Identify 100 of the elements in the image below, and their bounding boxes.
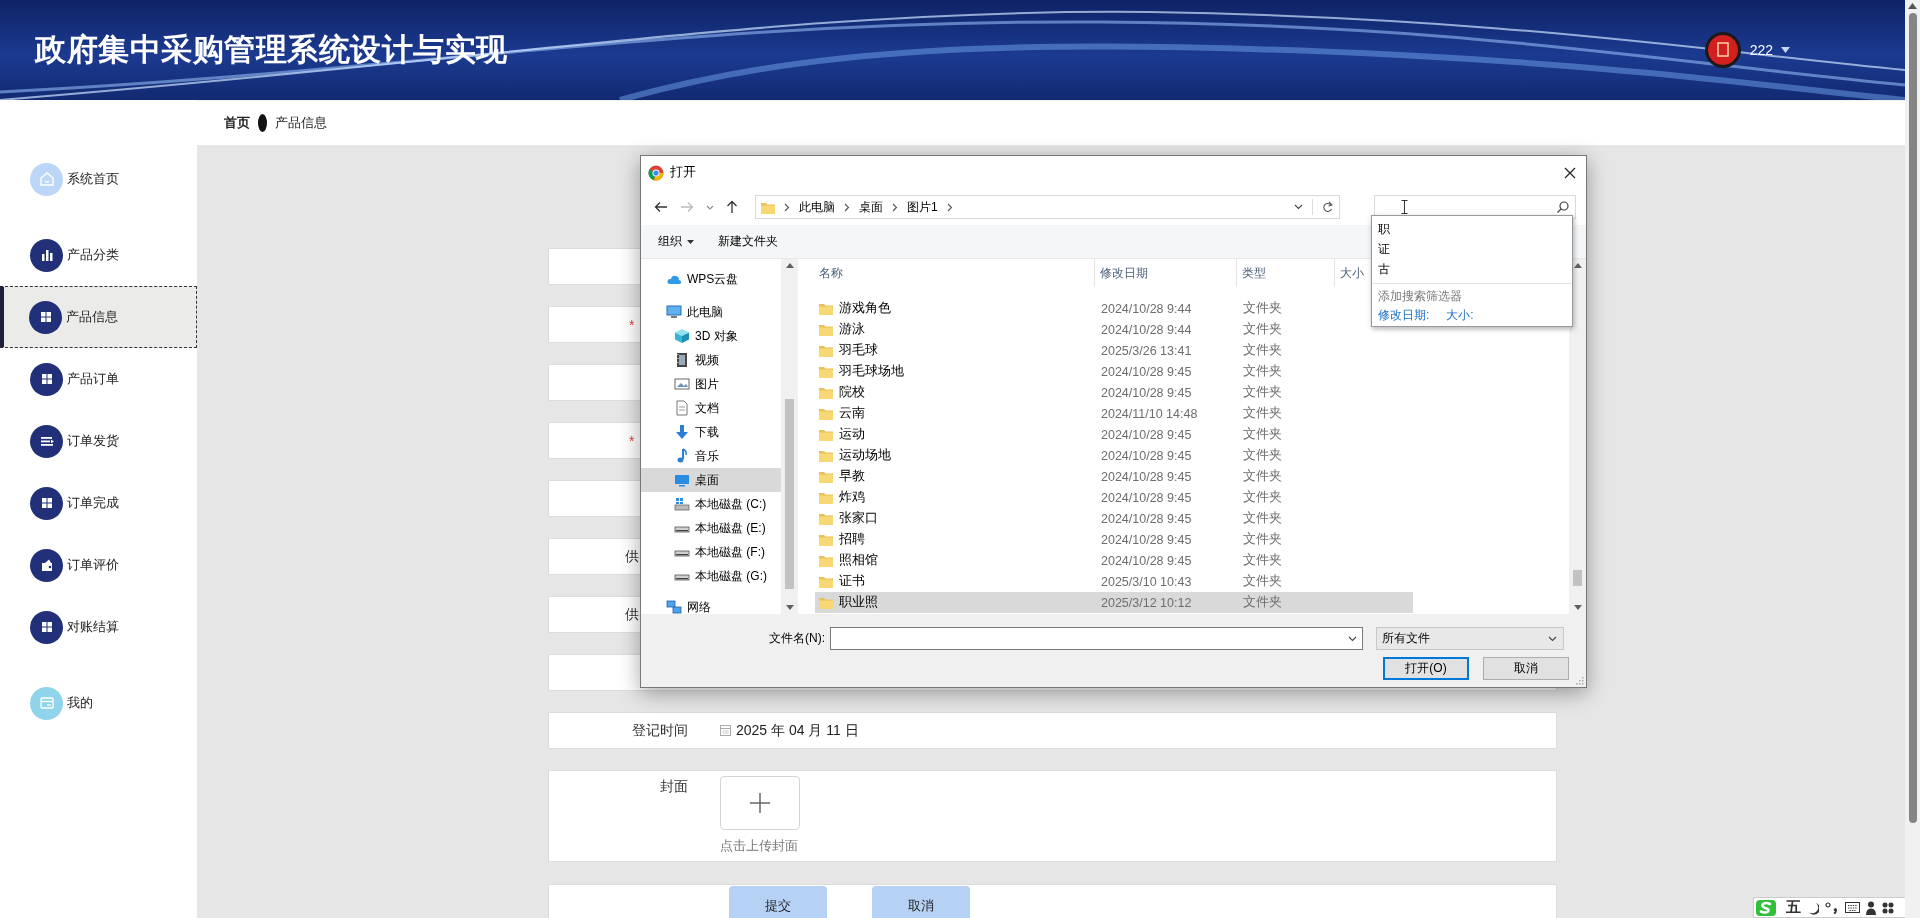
sidebar-item[interactable]: 产品订单 bbox=[0, 348, 197, 410]
file-row[interactable]: 羽毛球 2025/3/26 13:41 文件夹 bbox=[815, 340, 1335, 361]
modified-date: 2024/10/28 9:45 bbox=[1100, 385, 1193, 400]
grid-icon[interactable] bbox=[1882, 901, 1894, 914]
path-segment[interactable]: 桌面 bbox=[859, 198, 883, 216]
suggestion-item[interactable]: 职 bbox=[1372, 219, 1572, 239]
new-folder-button[interactable]: 新建文件夹 bbox=[718, 233, 778, 250]
nav-item[interactable]: 3D 对象 bbox=[641, 324, 781, 348]
caret-down-icon[interactable] bbox=[1548, 635, 1557, 642]
sidebar-item[interactable]: 订单评价 bbox=[0, 534, 197, 596]
sidebar-item[interactable]: 订单完成 bbox=[0, 472, 197, 534]
file-type: 文件夹 bbox=[1242, 573, 1283, 590]
punctuation-icon[interactable] bbox=[1825, 901, 1839, 914]
nav-item[interactable]: 下载 bbox=[641, 420, 781, 444]
file-type: 文件夹 bbox=[1242, 489, 1283, 506]
nav-item[interactable]: 桌面 bbox=[641, 468, 781, 492]
column-header[interactable]: 修改日期 bbox=[1095, 259, 1237, 287]
filter-link[interactable]: 修改日期: bbox=[1378, 307, 1430, 324]
column-header[interactable]: 类型 bbox=[1237, 259, 1335, 287]
sidebar-item[interactable]: 系统首页 bbox=[0, 148, 197, 210]
file-name: 游泳 bbox=[839, 321, 865, 338]
file-type-select[interactable]: 所有文件 bbox=[1376, 627, 1564, 650]
file-row[interactable]: 运动场地 2024/10/28 9:45 文件夹 bbox=[815, 445, 1335, 466]
sidebar-item[interactable]: 对账结算 bbox=[0, 596, 197, 658]
folder-icon bbox=[819, 344, 833, 357]
file-row[interactable]: 早教 2024/10/28 9:45 文件夹 bbox=[815, 466, 1335, 487]
field-label: 供 bbox=[625, 547, 639, 566]
open-button[interactable]: 打开(O) bbox=[1383, 657, 1469, 680]
column-header[interactable]: 名称 bbox=[819, 259, 1095, 287]
desktop-icon bbox=[674, 472, 690, 488]
sidebar-item[interactable]: 产品信息 bbox=[0, 286, 197, 348]
download-icon bbox=[674, 424, 690, 440]
suggestion-item[interactable]: 证 bbox=[1372, 239, 1572, 259]
file-row[interactable]: 照相馆 2024/10/28 9:45 文件夹 bbox=[815, 550, 1335, 571]
up-arrow-icon[interactable] bbox=[726, 200, 738, 214]
scroll-up-icon[interactable] bbox=[785, 263, 794, 268]
file-row[interactable]: 云南 2024/11/10 14:48 文件夹 bbox=[815, 403, 1335, 424]
file-type: 文件夹 bbox=[1242, 405, 1283, 422]
file-row[interactable]: 游泳 2024/10/28 9:44 文件夹 bbox=[815, 319, 1335, 340]
nav-item[interactable]: 音乐 bbox=[641, 444, 781, 468]
page-scrollbar[interactable] bbox=[1905, 0, 1920, 918]
filter-link[interactable]: 大小: bbox=[1446, 307, 1474, 324]
file-name-field[interactable] bbox=[830, 627, 1363, 650]
nav-item[interactable]: 此电脑 bbox=[641, 300, 781, 324]
nav-item[interactable]: 本地磁盘 (F:) bbox=[641, 540, 781, 564]
input-mode[interactable]: 五 bbox=[1786, 898, 1801, 917]
resize-grip-icon[interactable] bbox=[1575, 676, 1584, 685]
browser-icon bbox=[648, 164, 664, 181]
close-icon[interactable] bbox=[1564, 166, 1576, 179]
file-row[interactable]: 院校 2024/10/28 9:45 文件夹 bbox=[815, 382, 1335, 403]
field-label: 供 bbox=[625, 605, 639, 624]
sidebar-item[interactable]: 产品分类 bbox=[0, 224, 197, 286]
address-bar[interactable]: 此电脑 桌面 图片1 bbox=[755, 195, 1340, 219]
cancel-button[interactable]: 取消 bbox=[1483, 657, 1569, 680]
sidebar-item[interactable]: 我的 bbox=[0, 672, 197, 734]
sidebar-item[interactable]: 订单发货 bbox=[0, 410, 197, 472]
nav-item[interactable]: WPS云盘 bbox=[641, 267, 781, 291]
nav-item[interactable]: 网络 bbox=[641, 595, 781, 614]
file-row[interactable]: 运动 2024/10/28 9:45 文件夹 bbox=[815, 424, 1335, 445]
refresh-icon[interactable] bbox=[1322, 201, 1333, 213]
user-name[interactable]: 222 bbox=[1749, 42, 1773, 58]
scrollbar-thumb[interactable] bbox=[1908, 13, 1917, 823]
file-name: 游戏角色 bbox=[839, 300, 891, 317]
nav-item[interactable]: 视频 bbox=[641, 348, 781, 372]
file-row[interactable]: 游戏角色 2024/10/28 9:44 文件夹 bbox=[815, 298, 1335, 319]
scroll-down-icon[interactable] bbox=[1573, 605, 1582, 610]
person-icon[interactable] bbox=[1866, 900, 1876, 915]
scroll-down-icon[interactable] bbox=[785, 605, 794, 610]
path-segment[interactable]: 此电脑 bbox=[799, 198, 835, 216]
search-icon[interactable] bbox=[1557, 201, 1569, 213]
file-row[interactable]: 职业照 2025/3/12 10:12 文件夹 bbox=[815, 592, 1413, 613]
organize-menu[interactable]: 组织 bbox=[658, 233, 694, 250]
nav-item[interactable]: 本地磁盘 (C:) bbox=[641, 492, 781, 516]
keyboard-icon[interactable] bbox=[1845, 902, 1860, 913]
date-value[interactable]: 2025 年 04 月 11 日 bbox=[736, 721, 859, 740]
nav-item[interactable]: 本地磁盘 (E:) bbox=[641, 516, 781, 540]
scroll-up-icon[interactable] bbox=[1573, 263, 1582, 268]
scrollbar-thumb[interactable] bbox=[1573, 570, 1582, 586]
file-row[interactable]: 证书 2025/3/10 10:43 文件夹 bbox=[815, 571, 1335, 592]
caret-down-icon[interactable] bbox=[1781, 47, 1790, 53]
file-row[interactable]: 炸鸡 2024/10/28 9:45 文件夹 bbox=[815, 487, 1335, 508]
scroll-up-icon[interactable] bbox=[1908, 3, 1917, 9]
nav-item[interactable]: 图片 bbox=[641, 372, 781, 396]
file-row[interactable]: 张家口 2024/10/28 9:45 文件夹 bbox=[815, 508, 1335, 529]
nav-item[interactable]: 文档 bbox=[641, 396, 781, 420]
breadcrumb-link[interactable]: 首页 bbox=[224, 114, 250, 132]
suggestion-item[interactable]: 古 bbox=[1372, 259, 1572, 279]
document-icon bbox=[674, 400, 690, 416]
caret-down-icon[interactable] bbox=[1348, 635, 1357, 642]
back-arrow-icon[interactable] bbox=[654, 201, 668, 213]
caret-down-icon[interactable] bbox=[1294, 204, 1303, 210]
film-icon bbox=[674, 352, 690, 368]
path-segment[interactable]: 图片1 bbox=[907, 198, 938, 216]
nav-item[interactable]: 本地磁盘 (G:) bbox=[641, 564, 781, 588]
scrollbar-thumb[interactable] bbox=[785, 399, 794, 589]
submit-button[interactable]: 提交 bbox=[729, 886, 827, 918]
cancel-button[interactable]: 取消 bbox=[872, 886, 970, 918]
file-name: 职业照 bbox=[839, 594, 878, 611]
file-row[interactable]: 招聘 2024/10/28 9:45 文件夹 bbox=[815, 529, 1335, 550]
file-row[interactable]: 羽毛球场地 2024/10/28 9:45 文件夹 bbox=[815, 361, 1335, 382]
